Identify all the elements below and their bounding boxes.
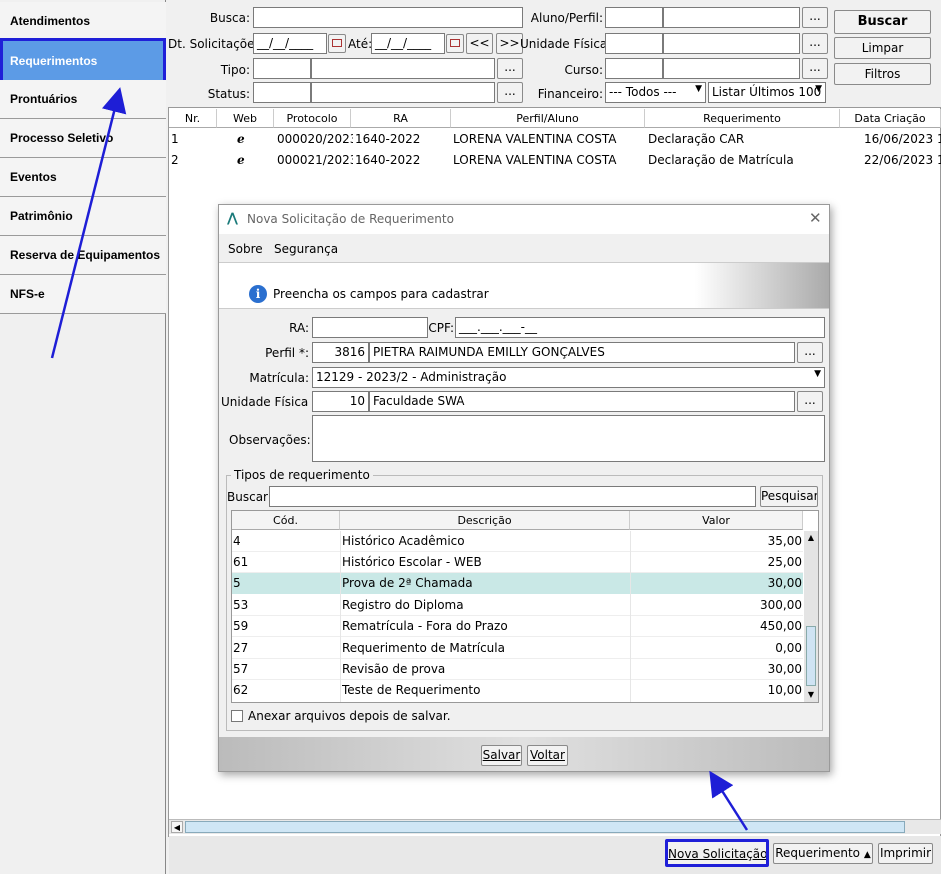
- annotation-arrows: [50, 87, 749, 831]
- arrow-to-requerimentos: [50, 87, 127, 359]
- arrow-to-dialog: [709, 770, 749, 831]
